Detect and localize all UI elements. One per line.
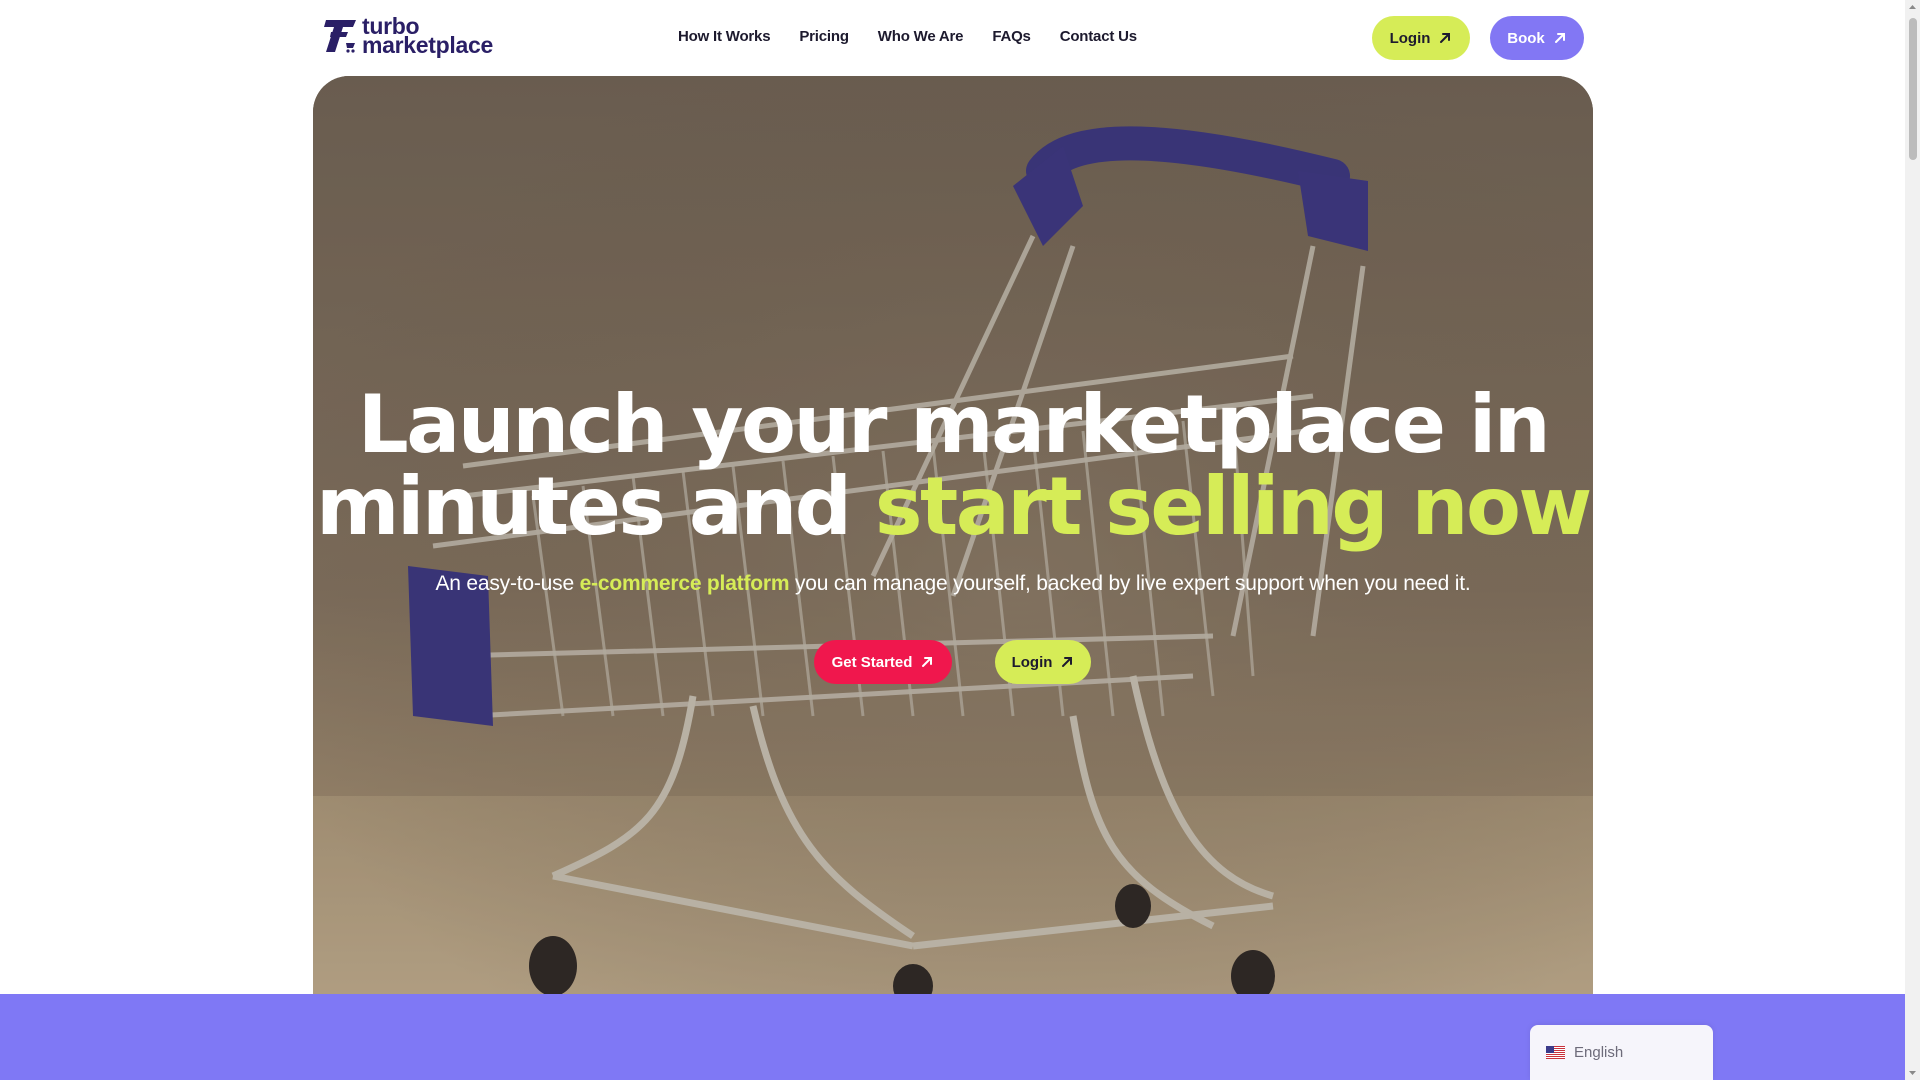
subline-pre: An easy-to-use [435, 572, 580, 595]
arrow-up-right-icon [1554, 33, 1565, 43]
hero-section: Launch your marketplace in minutes and s… [313, 76, 1593, 1006]
nav-pricing[interactable]: Pricing [799, 28, 849, 45]
nav-who-we-are[interactable]: Who We Are [878, 28, 964, 45]
header-login-label: Login [1389, 29, 1431, 47]
language-switcher[interactable]: English [1530, 1025, 1713, 1080]
hero-login-button[interactable]: Login [995, 640, 1091, 684]
header-book-label: Book [1507, 29, 1545, 47]
language-label: English [1574, 1044, 1624, 1061]
arrow-up-right-icon [1440, 33, 1451, 43]
headline-line2: minutes and [316, 460, 875, 553]
nav-how-it-works[interactable]: How It Works [678, 28, 771, 45]
hero-subheadline: An easy-to-use e-commerce platform you c… [313, 572, 1593, 596]
site-header: turbo marketplace How It Works Pricing W… [0, 0, 1905, 76]
nav-contact-us[interactable]: Contact Us [1060, 28, 1137, 45]
header-book-button[interactable]: Book [1490, 16, 1584, 60]
headline-accent: start selling now [874, 460, 1592, 553]
nav-faqs[interactable]: FAQs [992, 28, 1031, 45]
scrollbar-thumb[interactable] [1909, 18, 1917, 160]
brand-wordmark: turbo marketplace [362, 15, 493, 58]
headline-line1: Launch your marketplace in [357, 378, 1551, 471]
brand-line2: marketplace [362, 32, 493, 58]
subline-post: you can manage yourself, backed by live … [789, 572, 1471, 595]
page-scrollbar[interactable] [1905, 0, 1920, 1080]
turbo-logo-icon [324, 20, 356, 53]
arrow-up-right-icon [922, 657, 933, 667]
us-flag-icon [1546, 1046, 1565, 1059]
subline-accent: e-commerce platform [579, 572, 790, 595]
scroll-down-arrow-icon[interactable] [1908, 1068, 1917, 1077]
get-started-label: Get Started [831, 653, 913, 671]
hero-headline: Launch your marketplace in minutes and s… [313, 384, 1593, 548]
brand-logo[interactable]: turbo marketplace [322, 15, 493, 58]
hero-login-label: Login [1011, 653, 1053, 671]
header-login-button[interactable]: Login [1372, 16, 1470, 60]
get-started-button[interactable]: Get Started [814, 640, 952, 684]
arrow-up-right-icon [1062, 657, 1073, 667]
main-nav: How It Works Pricing Who We Are FAQs Con… [678, 28, 1166, 45]
scroll-up-arrow-icon[interactable] [1908, 3, 1917, 12]
